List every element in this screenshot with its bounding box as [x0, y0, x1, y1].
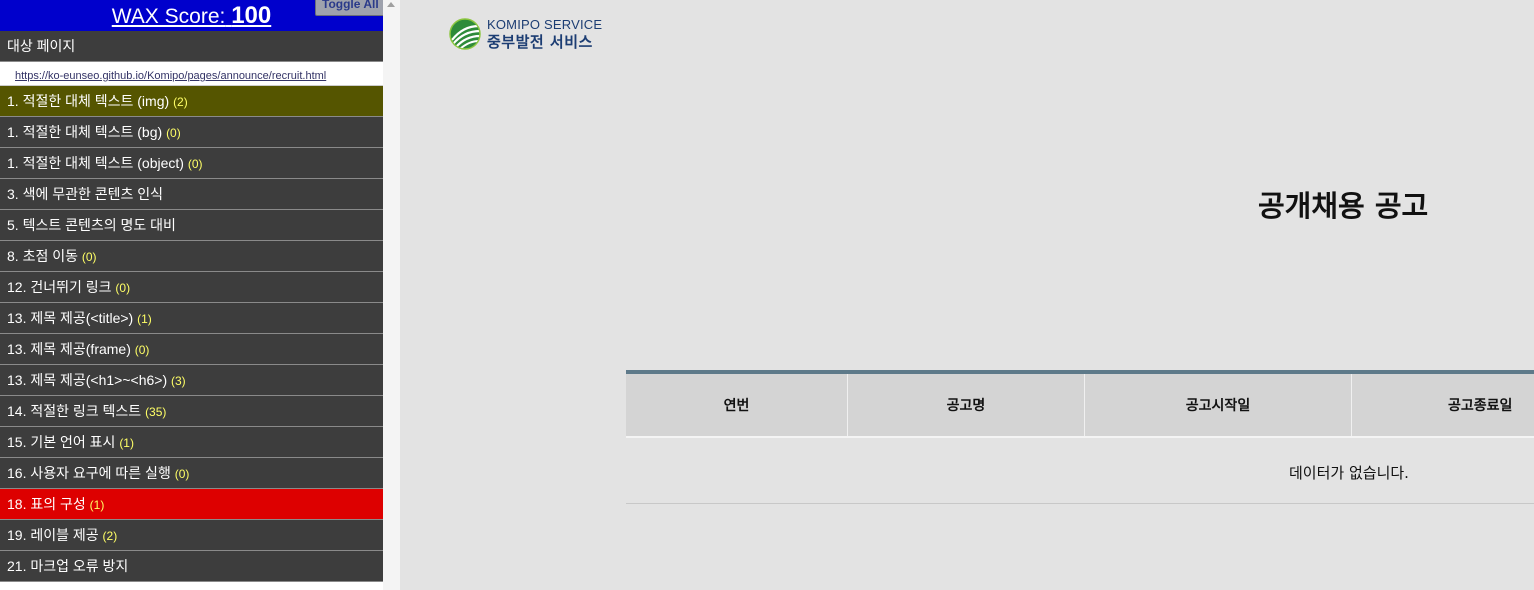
wax-panel: WAX Score: 100 Toggle All 대상 페이지 https:/…: [0, 0, 385, 590]
wax-check-label: 13. 제목 제공(<title>): [7, 310, 134, 326]
wax-check-item[interactable]: 18. 표의 구성 (1): [0, 489, 383, 520]
wax-check-label: 5. 텍스트 콘텐츠의 명도 대비: [7, 217, 176, 233]
wax-check-label: 19. 레이블 제공: [7, 527, 99, 543]
target-page-label: 대상 페이지: [0, 31, 383, 62]
column-header-number: 연번: [626, 374, 848, 436]
wax-check-item[interactable]: 8. 초점 이동 (0): [0, 241, 383, 272]
toggle-all-button[interactable]: Toggle All: [315, 0, 385, 16]
wax-check-label: 1. 적절한 대체 텍스트 (bg): [7, 124, 163, 140]
wax-check-item[interactable]: 21. 마크업 오류 방지: [0, 551, 383, 582]
wax-checklist: 1. 적절한 대체 텍스트 (img) (2) 1. 적절한 대체 텍스트 (bg…: [0, 86, 383, 582]
wax-check-count: (1): [89, 498, 105, 512]
wax-check-count: (0): [134, 343, 150, 357]
wax-check-item[interactable]: 13. 제목 제공(frame) (0): [0, 334, 383, 365]
wax-check-count: (1): [137, 312, 152, 326]
wax-check-label: 13. 제목 제공(<h1>~<h6>): [7, 372, 168, 388]
wax-check-label: 15. 기본 언어 표시: [7, 434, 116, 450]
logo-text-ko: 중부발전 서비스: [487, 33, 593, 51]
wax-check-item[interactable]: 1. 적절한 대체 텍스트 (bg) (0): [0, 117, 383, 148]
wax-check-label: 12. 건너뛰기 링크: [7, 279, 112, 295]
wax-check-count: (0): [187, 157, 203, 171]
komipo-leaf-logo-icon: [449, 18, 481, 50]
wax-check-count: (2): [173, 95, 188, 109]
column-header-end-date: 공고종료일: [1448, 398, 1513, 414]
wax-check-label: 14. 적절한 링크 텍스트: [7, 403, 142, 419]
wax-check-item[interactable]: 19. 레이블 제공 (2): [0, 520, 383, 551]
wax-check-item[interactable]: 14. 적절한 링크 텍스트 (35): [0, 396, 383, 427]
wax-check-item[interactable]: 13. 제목 제공(<title>) (1): [0, 303, 383, 334]
column-header-start-date: 공고시작일: [1085, 374, 1352, 436]
scrollbar[interactable]: [383, 0, 400, 590]
wax-check-item[interactable]: 12. 건너뛰기 링크 (0): [0, 272, 383, 303]
wax-check-label: 1. 적절한 대체 텍스트 (object): [7, 155, 184, 171]
wax-score-header: WAX Score: 100 Toggle All: [0, 0, 385, 31]
target-url-link[interactable]: https://ko-eunseo.github.io/Komipo/pages…: [15, 70, 326, 82]
logo-text-en: KOMIPO SERVICE: [487, 17, 603, 32]
wax-check-count: (0): [166, 126, 181, 140]
wax-check-count: (3): [171, 374, 186, 388]
table-header: 연번 공고명 공고시작일 공고종료일: [626, 370, 1534, 438]
wax-check-label: 3. 색에 무관한 콘텐츠 인식: [7, 186, 164, 202]
wax-check-label: 8. 초점 이동: [7, 248, 78, 264]
wax-check-label: 21. 마크업 오류 방지: [7, 558, 129, 574]
column-header-title: 공고명: [848, 374, 1085, 436]
scroll-up-arrow-icon[interactable]: [387, 2, 395, 7]
wax-check-item[interactable]: 1. 적절한 대체 텍스트 (object) (0): [0, 148, 383, 179]
page-title: 공개채용 공고: [1258, 189, 1429, 223]
site-logo[interactable]: KOMIPO SERVICE 중부발전 서비스: [449, 15, 609, 55]
recruit-table: 연번 공고명 공고시작일 공고종료일 데이터가 없습니다.: [626, 370, 1534, 504]
wax-check-item[interactable]: 16. 사용자 요구에 따른 실행 (0): [0, 458, 383, 489]
wax-check-item[interactable]: 1. 적절한 대체 텍스트 (img) (2): [0, 86, 383, 117]
wax-check-label: 16. 사용자 요구에 따른 실행: [7, 465, 171, 481]
wax-check-item[interactable]: 3. 색에 무관한 콘텐츠 인식: [0, 179, 383, 210]
wax-check-item[interactable]: 15. 기본 언어 표시 (1): [0, 427, 383, 458]
wax-check-count: (2): [102, 529, 118, 543]
wax-score-value: 100: [231, 2, 272, 29]
wax-check-count: (0): [81, 250, 97, 264]
target-url-row: https://ko-eunseo.github.io/Komipo/pages…: [0, 62, 383, 86]
wax-check-count: (1): [119, 436, 134, 450]
wax-check-count: (0): [115, 281, 131, 295]
wax-score-link[interactable]: WAX Score: 100: [112, 2, 271, 30]
wax-check-count: (0): [174, 467, 190, 481]
wax-check-label: 1. 적절한 대체 텍스트 (img): [7, 93, 170, 109]
wax-check-item[interactable]: 5. 텍스트 콘텐츠의 명도 대비: [0, 210, 383, 241]
wax-score-label: WAX Score:: [111, 5, 226, 28]
table-empty-message: 데이터가 없습니다.: [626, 438, 1534, 504]
wax-check-count: (35): [145, 405, 167, 419]
wax-check-label: 13. 제목 제공(frame): [7, 341, 131, 357]
wax-check-item[interactable]: 13. 제목 제공(<h1>~<h6>) (3): [0, 365, 383, 396]
wax-check-label: 18. 표의 구성: [7, 496, 86, 512]
